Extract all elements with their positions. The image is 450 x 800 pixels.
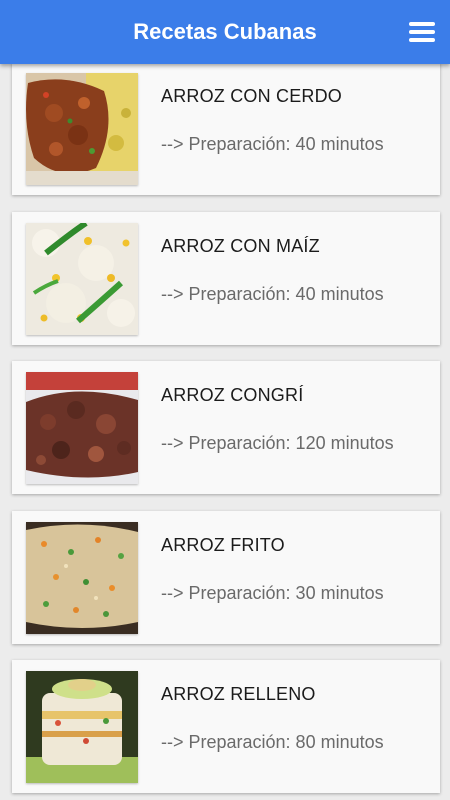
arroz-con-maiz-photo bbox=[26, 223, 138, 335]
recipe-name: ARROZ CON MAÍZ bbox=[161, 236, 320, 256]
recipe-prep-time: --> Preparación: 40 minutos bbox=[161, 284, 384, 304]
hamburger-menu-icon[interactable] bbox=[404, 16, 438, 48]
arroz-relleno-photo bbox=[26, 671, 138, 783]
recipe-image bbox=[26, 372, 138, 484]
recipe-name: ARROZ CON CERDO bbox=[161, 86, 343, 106]
recipe-image bbox=[26, 73, 138, 185]
recipe-card[interactable]: ARROZ CON MAÍZ --> Preparación: 40 minut… bbox=[12, 212, 440, 345]
recipe-name: ARROZ CONGRÍ bbox=[161, 385, 304, 405]
recipe-list[interactable]: ARROZ CON CERDO --> Preparación: 40 minu… bbox=[0, 64, 450, 800]
recipe-name: ARROZ RELLENO bbox=[161, 684, 316, 704]
recipe-card[interactable]: ARROZ RELLENO --> Preparación: 80 minuto… bbox=[12, 660, 440, 793]
recipe-image bbox=[26, 671, 138, 783]
app-bar: Recetas Cubanas bbox=[0, 0, 450, 64]
recipe-prep-time: --> Preparación: 80 minutos bbox=[161, 732, 384, 752]
recipe-prep-time: --> Preparación: 30 minutos bbox=[161, 583, 384, 603]
recipe-card[interactable]: ARROZ CONGRÍ --> Preparación: 120 minuto… bbox=[12, 361, 440, 494]
recipe-prep-time: --> Preparación: 120 minutos bbox=[161, 433, 394, 453]
recipe-name: ARROZ FRITO bbox=[161, 535, 285, 555]
recipe-card[interactable]: ARROZ FRITO --> Preparación: 30 minutos bbox=[12, 511, 440, 644]
arroz-congri-photo bbox=[26, 372, 138, 484]
arroz-con-cerdo-photo bbox=[26, 73, 138, 185]
arroz-frito-photo bbox=[26, 522, 138, 634]
app-title: Recetas Cubanas bbox=[133, 19, 317, 44]
recipe-image bbox=[26, 223, 138, 335]
recipe-card[interactable]: ARROZ CON CERDO --> Preparación: 40 minu… bbox=[12, 64, 440, 195]
recipe-image bbox=[26, 522, 138, 634]
recipe-prep-time: --> Preparación: 40 minutos bbox=[161, 134, 384, 154]
